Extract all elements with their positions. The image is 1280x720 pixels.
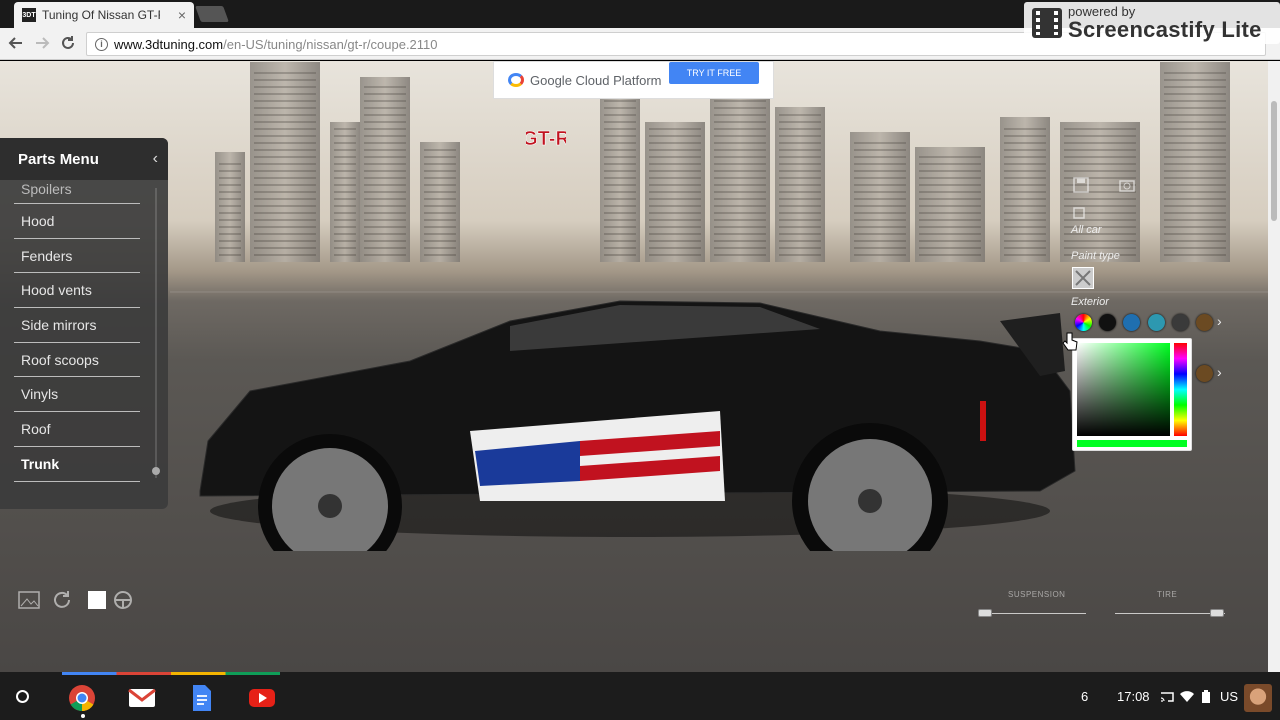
parts-menu-item-vinyls[interactable]: Vinyls <box>14 377 140 413</box>
site-info-icon[interactable]: i <box>95 37 108 51</box>
gtr-badge-icon: GT-R <box>526 128 566 151</box>
parts-menu-item-roof-scoops[interactable]: Roof scoops <box>14 343 140 378</box>
reload-button[interactable] <box>58 34 78 54</box>
paint-type-label: Paint type <box>1071 250 1120 262</box>
svg-text:GT-R: GT-R <box>526 128 566 150</box>
skyline-building <box>600 92 640 262</box>
rotate-icon[interactable] <box>52 590 74 610</box>
more-colors-arrow-icon[interactable]: › <box>1217 364 1222 380</box>
hand-cursor-icon <box>1062 332 1078 351</box>
notification-count[interactable]: 6 <box>1081 689 1088 704</box>
color-swatch[interactable] <box>1196 314 1213 331</box>
parts-menu-scroll-thumb[interactable] <box>152 467 160 475</box>
tuning-scene[interactable]: Google Cloud Platform TRY IT FREE GT-R P… <box>0 61 1268 672</box>
url-host: www.3dtuning.com <box>114 36 224 52</box>
saturation-value-field[interactable] <box>1077 343 1170 436</box>
film-icon <box>1032 8 1062 38</box>
wifi-icon[interactable] <box>1180 691 1194 703</box>
clock[interactable]: 17:08 <box>1117 689 1150 704</box>
tail-light <box>980 401 986 441</box>
youtube-icon[interactable] <box>248 684 276 712</box>
site-favicon-icon: 3DT <box>22 8 36 22</box>
cast-icon[interactable] <box>1160 691 1174 703</box>
docs-icon[interactable] <box>188 684 216 712</box>
custom-color-swatch[interactable] <box>1075 314 1092 331</box>
suspension-label: SUSPENSION <box>1008 590 1066 599</box>
tires-slider-knob[interactable] <box>1210 609 1224 617</box>
selected-color-preview <box>1077 440 1187 447</box>
parts-menu-item-roof[interactable]: Roof <box>14 412 140 447</box>
all-car-label: All car <box>1071 224 1102 236</box>
color-mode-toggle[interactable] <box>88 591 106 609</box>
parts-menu-item-hood-vents[interactable]: Hood vents <box>14 273 140 309</box>
chrome-icon[interactable] <box>68 684 96 712</box>
parts-menu-item-hood[interactable]: Hood <box>14 204 140 239</box>
browser-tab[interactable]: 3DT Tuning Of Nissan GT-R C × <box>14 2 194 28</box>
skyline-building <box>250 62 320 262</box>
parts-menu-title: Parts Menu <box>18 150 99 168</box>
google-cloud-icon <box>508 73 524 87</box>
user-avatar[interactable] <box>1244 684 1272 712</box>
hue-slider[interactable] <box>1174 343 1187 436</box>
parts-menu-item-side-mirrors[interactable]: Side mirrors <box>14 308 140 343</box>
ad-text: Google Cloud Platform <box>530 72 662 88</box>
ad-banner[interactable]: Google Cloud Platform TRY IT FREE <box>493 61 774 99</box>
watermark-small-text: powered by <box>1068 3 1136 19</box>
more-colors-arrow-icon[interactable]: › <box>1217 313 1222 329</box>
back-arrow-icon <box>8 37 22 49</box>
forward-arrow-icon <box>36 37 50 49</box>
tab-title: Tuning Of Nissan GT-R C <box>42 8 160 22</box>
skyline-building <box>710 87 770 262</box>
tires-slider[interactable] <box>1115 613 1225 614</box>
skyline-building <box>775 107 825 262</box>
forward-button[interactable] <box>32 34 52 54</box>
color-swatch[interactable] <box>1148 314 1165 331</box>
reload-icon <box>62 36 74 49</box>
collapse-menu-icon[interactable]: ‹ <box>153 150 158 168</box>
input-locale[interactable]: US <box>1220 689 1238 704</box>
save-icon[interactable] <box>1073 177 1089 193</box>
steering-wheel-icon[interactable] <box>112 590 134 610</box>
color-swatch[interactable] <box>1123 314 1140 331</box>
parts-menu-list[interactable]: Spoilers Hood Fenders Hood vents Side mi… <box>0 180 156 509</box>
page-scroll-thumb[interactable] <box>1271 101 1277 221</box>
all-car-checkbox[interactable] <box>1073 207 1085 219</box>
running-app-indicator <box>81 714 85 718</box>
launcher-icon[interactable] <box>16 690 29 703</box>
color-picker[interactable] <box>1072 338 1192 451</box>
try-it-free-button[interactable]: TRY IT FREE <box>669 62 759 84</box>
color-swatch[interactable] <box>1172 314 1189 331</box>
nissan-gtr-car[interactable] <box>180 241 1080 551</box>
tab-close-icon[interactable]: × <box>178 7 186 23</box>
gmail-icon[interactable] <box>128 684 156 712</box>
paint-texture-icon <box>1075 270 1091 286</box>
color-swatch[interactable] <box>1099 314 1116 331</box>
shelf-active-indicator <box>62 672 280 675</box>
exterior-label: Exterior <box>1071 296 1109 308</box>
background-image-icon[interactable] <box>18 590 40 610</box>
suspension-slider-knob[interactable] <box>978 609 992 617</box>
url-path: /en-US/tuning/nissan/gt-r/coupe.2110 <box>223 36 438 52</box>
color-swatch[interactable] <box>1196 365 1213 382</box>
back-button[interactable] <box>6 34 26 54</box>
parts-menu: Parts Menu ‹ Spoilers Hood Fenders Hood … <box>0 138 168 509</box>
page-scrollbar[interactable] <box>1268 61 1280 672</box>
new-tab-button[interactable] <box>195 6 229 22</box>
parts-menu-item-fenders[interactable]: Fenders <box>14 239 140 274</box>
skyline-building <box>1160 62 1230 262</box>
suspension-slider[interactable] <box>978 613 1086 614</box>
camera-icon[interactable] <box>1119 177 1135 193</box>
parts-menu-item-trunk[interactable]: Trunk <box>14 447 140 482</box>
screencastify-watermark: powered by Screencastify Lite <box>1024 2 1280 44</box>
parts-menu-header: Parts Menu ‹ <box>0 138 168 180</box>
tires-label: TIRE <box>1157 590 1178 599</box>
battery-icon[interactable] <box>1201 690 1211 704</box>
watermark-title: Screencastify Lite <box>1068 16 1262 42</box>
parts-menu-scrollbar[interactable] <box>155 188 157 478</box>
parts-menu-item-spoilers[interactable]: Spoilers <box>14 180 140 204</box>
paint-type-button[interactable] <box>1072 267 1094 289</box>
skyline-building <box>360 77 410 262</box>
